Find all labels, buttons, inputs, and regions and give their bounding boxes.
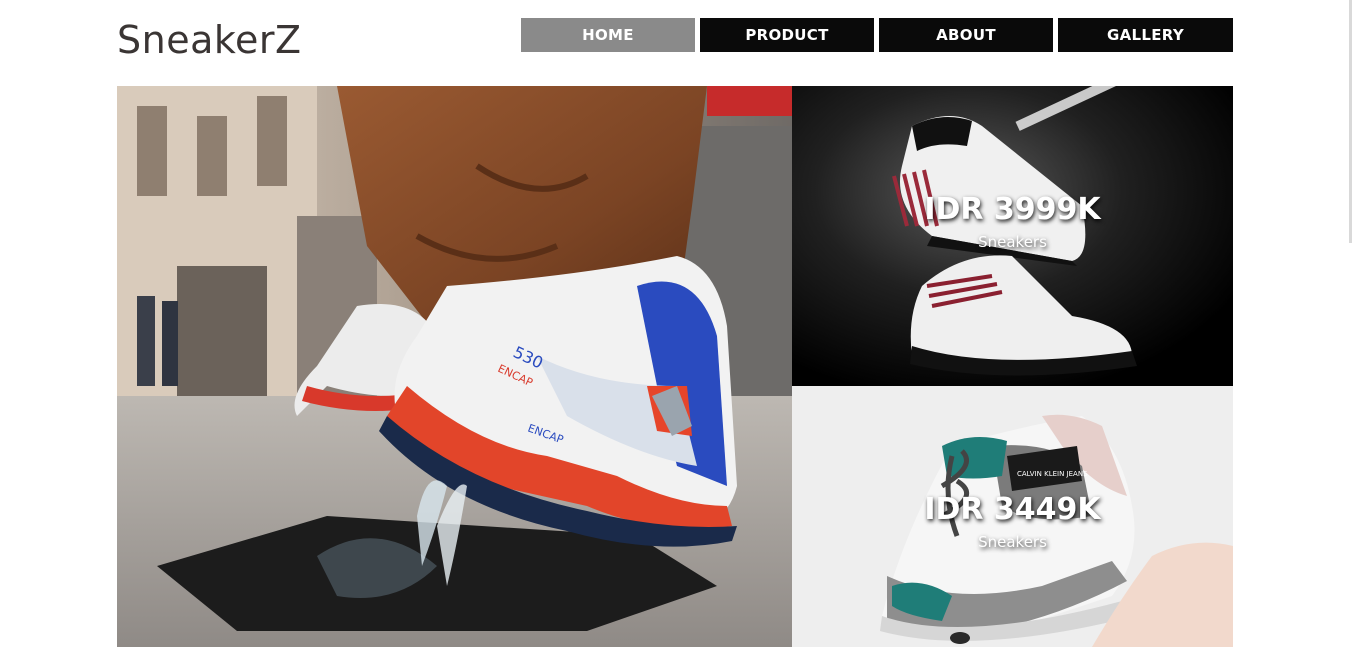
hero-sneaker-photo: 530 ENCAP ENCAP (117, 86, 792, 647)
main-nav: HOME PRODUCT ABOUT GALLERY (521, 18, 1233, 52)
product-price-2: IDR 3449K (924, 492, 1101, 527)
brand-logo[interactable]: SneakerZ (117, 14, 302, 66)
nav-gallery[interactable]: GALLERY (1058, 18, 1233, 52)
hero-image: 530 ENCAP ENCAP (117, 86, 792, 647)
nav-about[interactable]: ABOUT (879, 18, 1053, 52)
product-category-2: Sneakers (978, 533, 1047, 551)
nav-product[interactable]: PRODUCT (700, 18, 874, 52)
product-card-1[interactable]: IDR 3999K Sneakers (792, 86, 1233, 386)
product-category-1: Sneakers (978, 233, 1047, 251)
svg-text:CALVIN KLEIN JEANS: CALVIN KLEIN JEANS (1017, 470, 1088, 478)
product-card-2[interactable]: CALVIN KLEIN JEANS IDR 3449K Sneakers (792, 386, 1233, 647)
product-info-2: IDR 3449K Sneakers (792, 492, 1233, 551)
nav-home[interactable]: HOME (521, 18, 695, 52)
product-price-1: IDR 3999K (924, 192, 1101, 227)
product-info-1: IDR 3999K Sneakers (792, 192, 1233, 251)
